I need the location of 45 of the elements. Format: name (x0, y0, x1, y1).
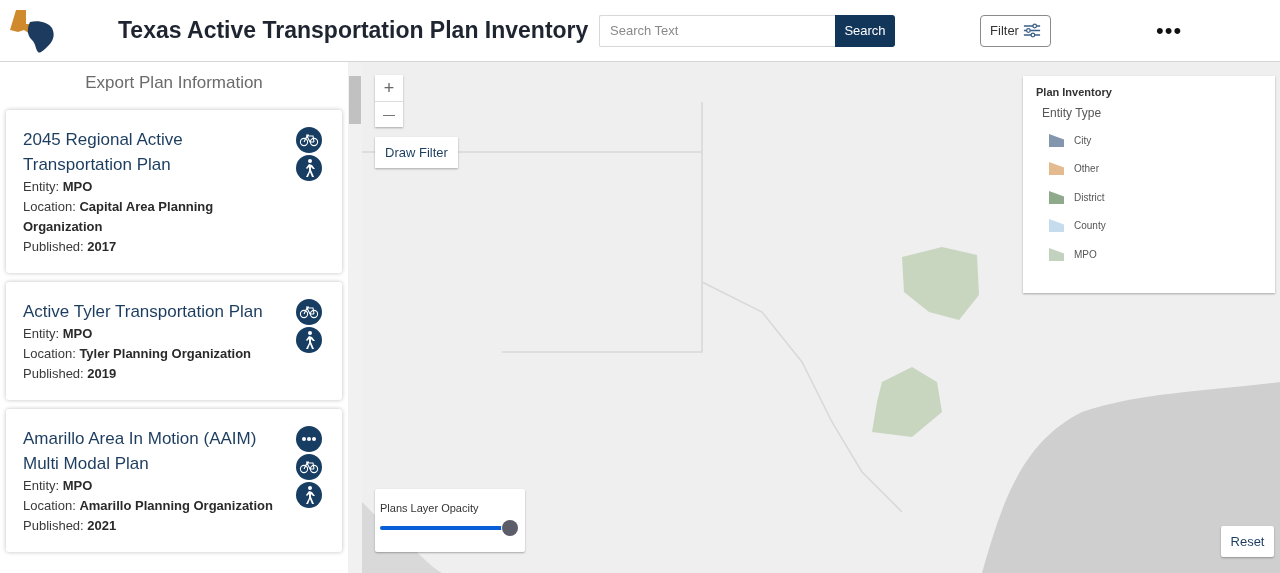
plan-card[interactable]: Amarillo Area In Motion (AAIM) Multi Modal Plan Entity: MPO Location: Amarillo Planning Organization Published: 2021 (6, 409, 342, 552)
more-button[interactable]: ••• (1156, 17, 1183, 44)
plan-card[interactable]: 2045 Regional Active Transportation Plan Entity: MPO Location: Capital Area Planning Organization Published: 2017 (6, 110, 342, 273)
location-text: Location: Capital Area Planning Organization (23, 198, 215, 236)
reset-button[interactable]: Reset (1221, 526, 1274, 557)
filter-button[interactable]: Filter (980, 14, 1051, 47)
more-modes-icon (296, 426, 322, 452)
legend-label: Other (1074, 163, 1099, 175)
plan-card[interactable]: Active Tyler Transportation Plan Entity: MPO Location: Tyler Planning Organization Published: 2019 (6, 282, 342, 400)
draw-filter-button[interactable]: Draw Filter (375, 137, 458, 168)
entity-text: Entity: MPO (23, 178, 94, 196)
scrollbar[interactable] (348, 62, 362, 573)
plan-title[interactable]: 2045 Regional Active Transportation Plan (23, 127, 273, 177)
bicycle-icon (296, 454, 322, 480)
texas-logo (10, 7, 56, 54)
pedestrian-icon (296, 155, 322, 181)
legend-label: MPO (1074, 248, 1097, 260)
legend-label: District (1074, 191, 1105, 203)
entity-text: Entity: MPO (23, 325, 94, 343)
sliders-icon (1022, 23, 1041, 38)
opacity-slider[interactable] (380, 519, 518, 537)
plan-title[interactable]: Active Tyler Transportation Plan (23, 299, 273, 324)
legend-title: Plan Inventory (1036, 86, 1113, 98)
search-field[interactable]: Search Text (599, 14, 835, 47)
opacity-label: Plans Layer Opacity (380, 502, 480, 514)
legend-label: City (1074, 134, 1092, 146)
published-text: Published: 2019 (23, 365, 118, 383)
slider-thumb[interactable] (502, 520, 518, 536)
entity-text: Entity: MPO (23, 477, 94, 495)
bicycle-icon (296, 299, 322, 325)
plan-title[interactable]: Amarillo Area In Motion (AAIM) Multi Modal Plan (23, 426, 273, 476)
search-button[interactable]: Search (835, 14, 895, 47)
published-text: Published: 2021 (23, 517, 118, 535)
zoom-in-button[interactable]: + (375, 75, 403, 101)
location-text: Location: Tyler Planning Organization (23, 345, 253, 363)
zoom-out-button[interactable]: — (375, 101, 403, 127)
location-text: Location: Amarillo Planning Organization (23, 497, 273, 515)
pedestrian-icon (296, 482, 322, 508)
export-link[interactable]: Export Plan Information (6, 62, 342, 101)
legend-subtitle: Entity Type (1042, 106, 1103, 120)
published-text: Published: 2017 (23, 238, 118, 256)
bicycle-icon (296, 127, 322, 153)
legend-label: County (1074, 220, 1106, 232)
app-title: Texas Active Transportation Plan Inventory (118, 17, 590, 44)
pedestrian-icon (296, 327, 322, 353)
